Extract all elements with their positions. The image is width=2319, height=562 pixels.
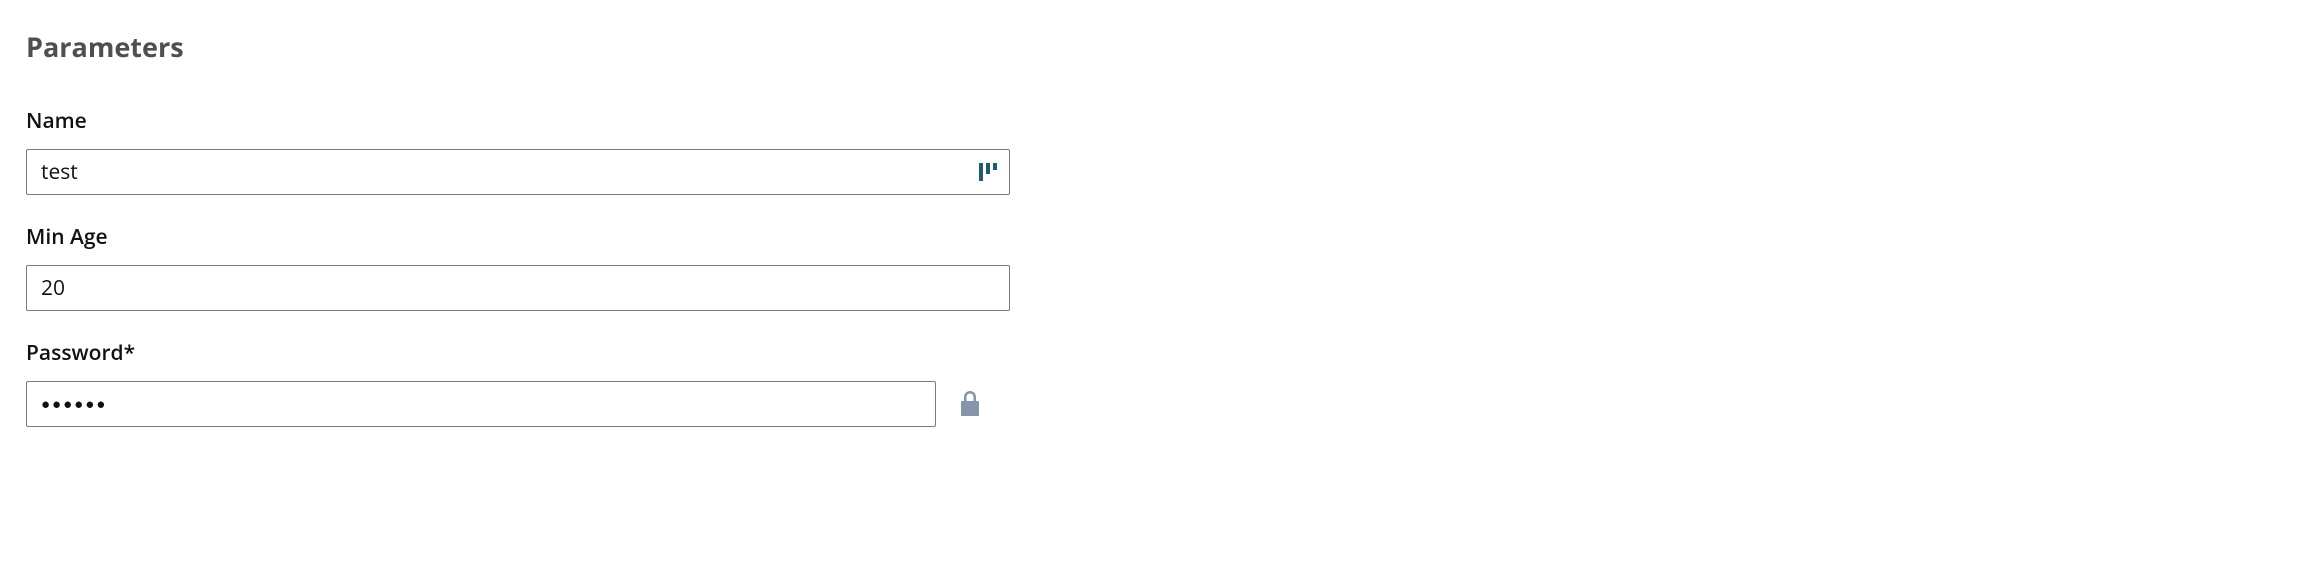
section-title: Parameters: [26, 28, 1014, 65]
password-input[interactable]: [26, 381, 936, 427]
field-min-age: Min Age: [26, 223, 1014, 311]
name-input-row: [26, 149, 1014, 195]
min-age-input[interactable]: [26, 265, 1010, 311]
password-input-row: [26, 381, 1014, 427]
dashboard-icon[interactable]: [978, 162, 998, 182]
password-label: Password*: [26, 339, 1014, 367]
lock-icon[interactable]: [958, 390, 982, 418]
min-age-input-row: [26, 265, 1014, 311]
field-password: Password*: [26, 339, 1014, 427]
name-label: Name: [26, 107, 1014, 135]
field-name: Name: [26, 107, 1014, 195]
parameters-form: Parameters Name Min Age Password: [0, 0, 1040, 483]
min-age-label: Min Age: [26, 223, 1014, 251]
name-input[interactable]: [26, 149, 1010, 195]
name-input-wrap: [26, 149, 1010, 195]
